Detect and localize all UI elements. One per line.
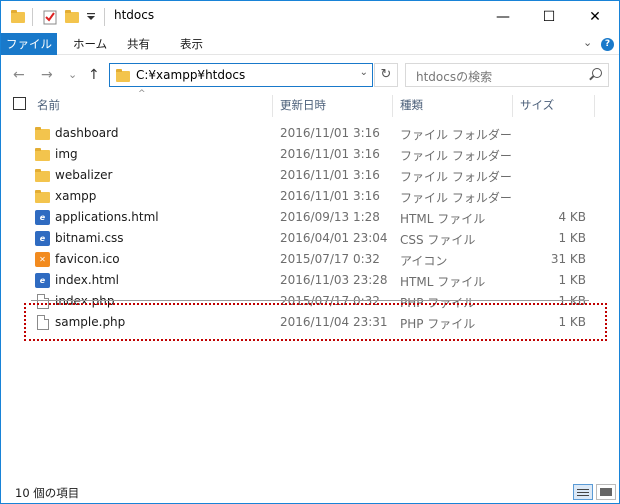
column-name[interactable]: 名前 <box>37 97 60 113</box>
file-date: 2016/11/01 3:16 <box>280 147 380 161</box>
file-type: HTML ファイル <box>400 212 486 226</box>
css-file-icon: e <box>35 231 50 246</box>
ribbon-tabs: ファイル ホーム 共有 表示 ⌄ ? <box>1 33 619 55</box>
address-path[interactable]: C:¥xampp¥htdocs <box>136 68 245 82</box>
file-size: 4 KB <box>558 210 586 224</box>
file-date: 2016/09/13 1:28 <box>280 210 380 224</box>
refresh-button[interactable]: ↻ <box>374 63 398 87</box>
column-separator[interactable] <box>594 95 595 117</box>
file-date: 2016/11/03 23:28 <box>280 273 388 287</box>
title-divider-2 <box>104 8 105 26</box>
file-size: 31 KB <box>550 252 586 266</box>
address-bar[interactable]: C:¥xampp¥htdocs ⌄ <box>109 63 373 87</box>
file-name: applications.html <box>55 210 159 224</box>
folder-icon <box>35 190 50 203</box>
column-separator[interactable] <box>392 95 393 117</box>
list-item[interactable]: img 2016/11/01 3:16 ファイル フォルダー <box>1 144 619 165</box>
file-date: 2016/11/01 3:16 <box>280 126 380 140</box>
column-separator[interactable] <box>512 95 513 117</box>
file-type: ファイル フォルダー <box>400 128 512 142</box>
ribbon-expand-icon[interactable]: ⌄ <box>583 36 592 49</box>
column-separator[interactable] <box>272 95 273 117</box>
item-count: 10 個の項目 <box>15 486 80 500</box>
column-header: ^ 名前 更新日時 種類 サイズ <box>1 89 619 117</box>
navigation-bar: ← → ⌄ ↑ C:¥xampp¥htdocs ⌄ ↻ htdocsの検索 <box>1 55 619 95</box>
folder-icon <box>35 148 50 161</box>
window-title: htdocs <box>114 8 155 22</box>
strikethrough-line <box>31 300 589 301</box>
search-icon[interactable] <box>592 68 602 78</box>
column-type[interactable]: 種類 <box>400 97 423 113</box>
large-icons-view-button[interactable] <box>596 484 616 500</box>
html-file-icon: e <box>35 273 50 288</box>
explorer-window: htdocs — ☐ ✕ ファイル ホーム 共有 表示 ⌄ ? ← → ⌄ ↑ … <box>0 0 620 504</box>
tab-view[interactable]: 表示 <box>170 33 213 55</box>
minimize-button[interactable]: — <box>480 1 526 33</box>
title-bar: htdocs — ☐ ✕ <box>1 1 619 33</box>
sort-ascending-icon: ^ <box>138 89 146 99</box>
folder-icon <box>35 127 50 140</box>
file-type: CSS ファイル <box>400 233 476 247</box>
search-box[interactable]: htdocsの検索 <box>405 63 609 87</box>
file-name: index.html <box>55 273 119 287</box>
close-button[interactable]: ✕ <box>572 1 618 33</box>
file-size: 1 KB <box>558 273 586 287</box>
help-icon[interactable]: ? <box>601 38 614 51</box>
title-divider <box>32 8 33 26</box>
maximize-button[interactable]: ☐ <box>526 1 572 33</box>
list-item[interactable]: webalizer 2016/11/01 3:16 ファイル フォルダー <box>1 165 619 186</box>
list-item[interactable]: e bitnami.css 2016/04/01 23:04 CSS ファイル … <box>1 228 619 249</box>
file-name: favicon.ico <box>55 252 120 266</box>
file-date: 2016/11/01 3:16 <box>280 189 380 203</box>
file-name: dashboard <box>55 126 119 140</box>
highlight-annotation <box>24 303 607 341</box>
list-item[interactable]: e applications.html 2016/09/13 1:28 HTML… <box>1 207 619 228</box>
file-type: ファイル フォルダー <box>400 191 512 205</box>
recent-locations-button[interactable]: ⌄ <box>68 68 77 81</box>
column-size[interactable]: サイズ <box>520 97 554 113</box>
list-item[interactable]: xampp 2016/11/01 3:16 ファイル フォルダー <box>1 186 619 207</box>
address-dropdown-icon[interactable]: ⌄ <box>360 67 368 78</box>
list-item[interactable]: ✕ favicon.ico 2015/07/17 0:32 アイコン 31 KB <box>1 249 619 270</box>
file-type: ファイル フォルダー <box>400 149 512 163</box>
file-date: 2015/07/17 0:32 <box>280 252 380 266</box>
folder-icon <box>35 169 50 182</box>
list-item[interactable]: dashboard 2016/11/01 3:16 ファイル フォルダー <box>1 123 619 144</box>
up-button[interactable]: ↑ <box>88 67 100 83</box>
file-name: xampp <box>55 189 97 203</box>
file-name: bitnami.css <box>55 231 124 245</box>
forward-button[interactable]: → <box>41 67 53 83</box>
file-name: img <box>55 147 78 161</box>
column-date[interactable]: 更新日時 <box>280 97 326 113</box>
file-date: 2016/11/01 3:16 <box>280 168 380 182</box>
details-view-button[interactable] <box>573 484 593 500</box>
file-type: HTML ファイル <box>400 275 486 289</box>
properties-icon[interactable] <box>43 9 57 25</box>
select-all-checkbox[interactable] <box>13 97 26 110</box>
list-item[interactable]: e index.html 2016/11/03 23:28 HTML ファイル … <box>1 270 619 291</box>
tab-file[interactable]: ファイル <box>1 33 57 55</box>
customize-toolbar-icon[interactable] <box>86 11 96 27</box>
address-folder-icon <box>116 69 130 82</box>
file-type: アイコン <box>400 254 448 268</box>
file-type: ファイル フォルダー <box>400 170 512 184</box>
file-name: webalizer <box>55 168 113 182</box>
back-button[interactable]: ← <box>13 67 25 83</box>
file-date: 2016/04/01 23:04 <box>280 231 388 245</box>
tab-share[interactable]: 共有 <box>117 33 160 55</box>
status-bar: 10 個の項目 <box>1 481 619 503</box>
file-size: 1 KB <box>558 231 586 245</box>
html-file-icon: e <box>35 210 50 225</box>
ico-file-icon: ✕ <box>35 252 50 267</box>
search-input[interactable]: htdocsの検索 <box>416 68 492 85</box>
tab-home[interactable]: ホーム <box>63 33 117 55</box>
